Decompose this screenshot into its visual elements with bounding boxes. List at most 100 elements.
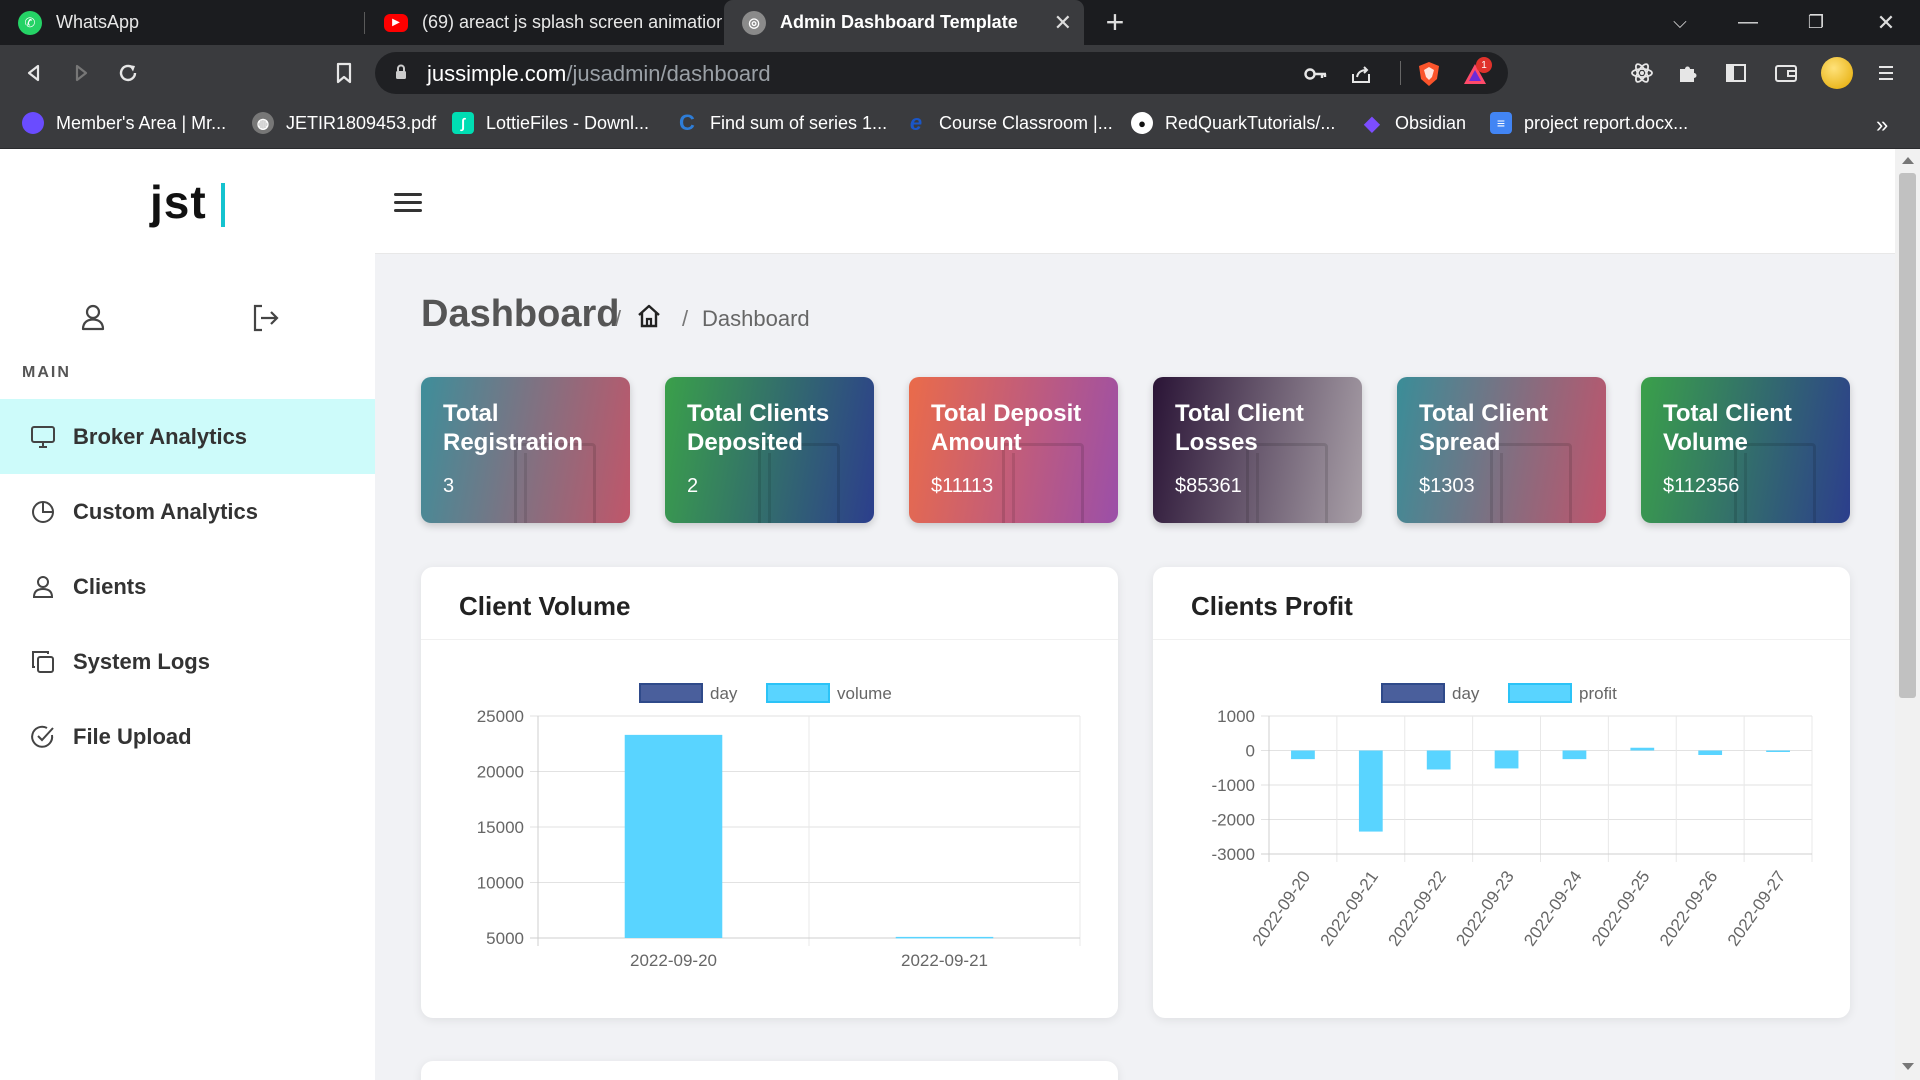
- sidebar-item-label: System Logs: [73, 648, 210, 674]
- browser-tab-bar: ✆ WhatsApp ▶ (69) areact js splash scree…: [0, 0, 1920, 45]
- tab-whatsapp[interactable]: ✆ WhatsApp: [0, 0, 362, 45]
- bookmarks-overflow-icon[interactable]: »: [1876, 112, 1888, 138]
- e-learning-icon: e: [909, 110, 923, 135]
- stat-title: Total Client Losses: [1175, 400, 1304, 456]
- stat-title: Total Deposit Amount: [931, 400, 1082, 456]
- page-scrollbar[interactable]: [1895, 149, 1920, 1080]
- tab-divider: [364, 12, 365, 34]
- sidebar-item-broker-analytics[interactable]: Broker Analytics: [0, 399, 375, 474]
- forward-icon[interactable]: [65, 57, 97, 89]
- stat-value: $1303: [1419, 475, 1475, 497]
- x-tick-label: 2022-09-25: [1588, 867, 1653, 949]
- legend-label: day: [1452, 684, 1480, 703]
- card-decoration: [524, 453, 584, 523]
- react-devtools-icon[interactable]: [1626, 57, 1658, 89]
- sidebar-item-file-upload[interactable]: File Upload: [0, 699, 375, 774]
- stat-value: 3: [443, 475, 455, 497]
- wallet-icon[interactable]: [1770, 57, 1802, 89]
- c-logo-icon: C: [679, 110, 695, 135]
- legend-label: volume: [837, 684, 892, 703]
- sidebar-item-label: Custom Analytics: [73, 498, 259, 524]
- legend-label: day: [710, 684, 738, 703]
- sidebar-item-clients[interactable]: Clients: [0, 549, 375, 624]
- minimize-icon[interactable]: —: [1718, 0, 1778, 45]
- extensions-icon[interactable]: [1672, 57, 1704, 89]
- stat-card-total-clients-deposited[interactable]: Total Clients Deposited 2: [665, 377, 874, 523]
- bookmark-label: JETIR1809453.pdf: [286, 112, 437, 133]
- y-tick-label: 15000: [477, 818, 524, 837]
- tab-admin-dashboard[interactable]: ◎ Admin Dashboard Template ✕: [724, 0, 1084, 45]
- scroll-up-icon[interactable]: [1902, 157, 1914, 164]
- address-bar[interactable]: jussimple.com/jusadmin/dashboard 1: [375, 52, 1508, 94]
- sidebar-item-system-logs[interactable]: System Logs: [0, 624, 375, 699]
- card-decoration: [1012, 453, 1072, 523]
- tab-search-chevron-icon[interactable]: ⌵: [1650, 0, 1710, 45]
- bookmark-jetir-pdf[interactable]: ◍ JETIR1809453.pdf: [252, 112, 436, 134]
- profile-avatar-icon[interactable]: [1821, 57, 1853, 89]
- window-close-icon[interactable]: ✕: [1856, 0, 1916, 45]
- bar: [1630, 747, 1655, 751]
- globe-icon: ◍: [252, 112, 274, 134]
- client-volume-chart[interactable]: day volume 25000 20000 15000 10000 5000 2022-09…: [421, 567, 1118, 1018]
- breadcrumb-current[interactable]: Dashboard: [702, 306, 810, 332]
- scroll-thumb[interactable]: [1899, 173, 1916, 698]
- bookmark-lottiefiles[interactable]: ∫ LottieFiles - Downl...: [452, 112, 649, 134]
- x-tick-label: 2022-09-22: [1385, 867, 1450, 949]
- share-icon[interactable]: [1348, 61, 1374, 87]
- x-tick-label: 2022-09-23: [1452, 867, 1517, 949]
- globe-icon: ◎: [742, 10, 766, 35]
- rewards-badge: 1: [1476, 57, 1492, 73]
- client-volume-card: Client Volume day volume 25000 20000 15000 10…: [421, 567, 1118, 1018]
- key-icon[interactable]: [1303, 61, 1329, 87]
- menu-icon[interactable]: [1870, 57, 1902, 89]
- bookmark-obsidian[interactable]: ◆ Obsidian: [1361, 112, 1467, 135]
- legend-swatch: [1381, 683, 1445, 703]
- tab-youtube[interactable]: ▶ (69) areact js splash screen animation: [366, 0, 722, 45]
- card-decoration: [1744, 453, 1804, 523]
- bookmark-label: Member's Area | Mr...: [56, 112, 227, 133]
- logo-cursor: [221, 183, 225, 227]
- card-decoration: [1500, 453, 1560, 523]
- stat-card-total-registration[interactable]: Total Registration 3: [421, 377, 630, 523]
- bookmark-project-report[interactable]: ≡ project report.docx...: [1490, 112, 1688, 134]
- member-area-icon: [22, 112, 44, 134]
- sidebar-item-label: Broker Analytics: [73, 423, 248, 449]
- scroll-down-icon[interactable]: [1902, 1063, 1914, 1070]
- restore-icon[interactable]: ❐: [1786, 0, 1846, 45]
- sidebar-toggle-icon[interactable]: [1720, 57, 1752, 89]
- sidebar-item-custom-analytics[interactable]: Custom Analytics: [0, 474, 375, 549]
- close-tab-icon[interactable]: ✕: [1054, 10, 1072, 36]
- stat-card-total-deposit-amount[interactable]: Total Deposit Amount $11113: [909, 377, 1118, 523]
- clients-profit-chart[interactable]: day profit10000-1000-2000-30002022-09-20 2…: [1153, 567, 1850, 1018]
- stat-card-total-client-spread[interactable]: Total Client Spread $1303: [1397, 377, 1606, 523]
- tab-title: Admin Dashboard Template: [780, 12, 1018, 32]
- stat-card-total-client-losses[interactable]: Total Client Losses $85361: [1153, 377, 1362, 523]
- new-tab-icon[interactable]: +: [1085, 0, 1145, 45]
- bookmark-github[interactable]: ● RedQuarkTutorials/...: [1131, 112, 1335, 134]
- youtube-icon: ▶: [384, 13, 408, 32]
- stat-card-total-client-volume[interactable]: Total Client Volume $112356: [1641, 377, 1850, 523]
- stat-value: $11113: [931, 475, 994, 497]
- hamburger-menu-icon[interactable]: [394, 193, 422, 213]
- reload-icon[interactable]: [112, 57, 144, 89]
- brand-logo[interactable]: jst: [150, 175, 207, 229]
- x-tick-label: 2022-09-24: [1520, 867, 1585, 949]
- back-icon[interactable]: [18, 57, 50, 89]
- next-card: [421, 1061, 1118, 1080]
- logout-icon[interactable]: [249, 301, 283, 335]
- home-icon[interactable]: [636, 303, 662, 329]
- bar: [1426, 750, 1451, 770]
- brave-shields-icon[interactable]: [1416, 61, 1442, 87]
- stat-title: Total Client Volume: [1663, 400, 1792, 456]
- bookmark-label: Obsidian: [1395, 112, 1467, 133]
- bookmark-find-sum[interactable]: C Find sum of series 1...: [676, 110, 887, 135]
- user-profile-icon[interactable]: [76, 301, 110, 335]
- bar: [1291, 750, 1315, 760]
- brave-rewards-icon[interactable]: 1: [1462, 57, 1492, 87]
- legend-swatch: [1508, 683, 1572, 703]
- bookmark-member-area[interactable]: Member's Area | Mr...: [22, 112, 226, 134]
- docs-icon: ≡: [1490, 112, 1512, 134]
- bookmark-page-icon[interactable]: [328, 57, 360, 89]
- bookmark-course-classroom[interactable]: e Course Classroom |...: [905, 110, 1113, 135]
- omnibox-divider: [1400, 61, 1401, 85]
